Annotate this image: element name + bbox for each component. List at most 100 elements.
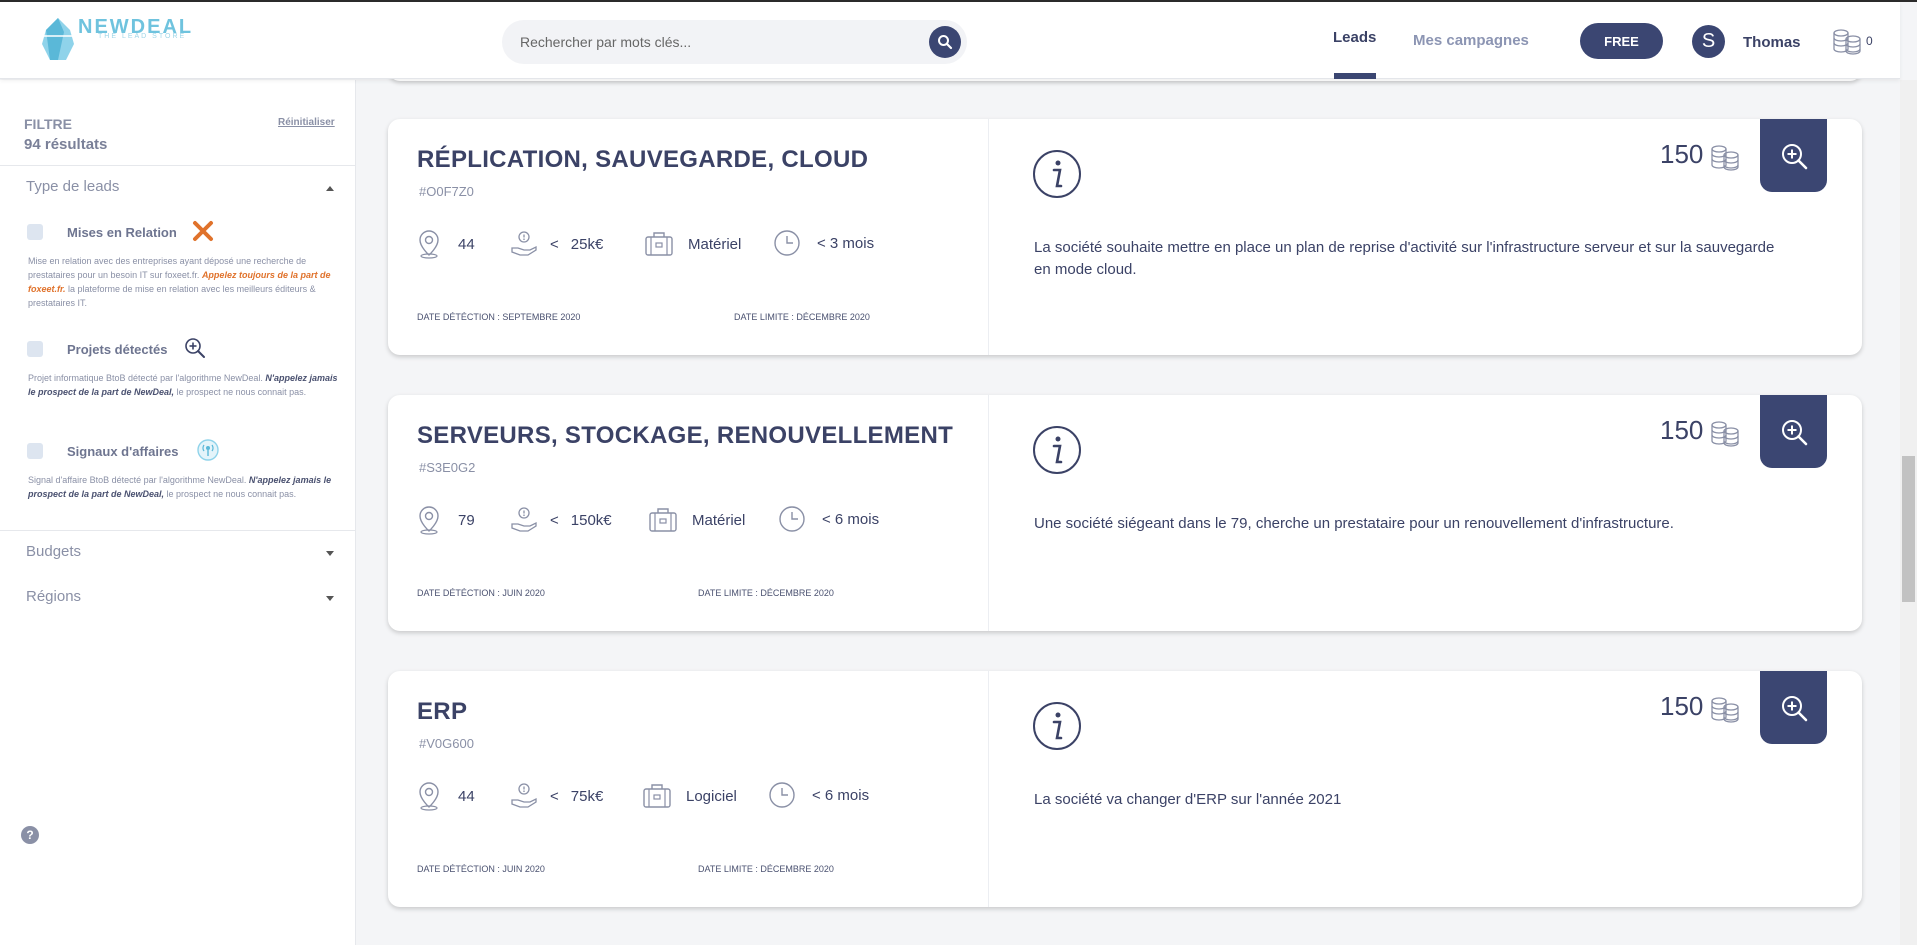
category-value: Matériel [692,511,746,529]
search-icon [938,35,953,50]
chevron-down-icon[interactable] [326,596,334,601]
briefcase-icon [645,232,673,256]
briefcase-icon [643,784,671,808]
reset-filters-link[interactable]: Réinitialiser [278,117,335,128]
card-divider [988,395,989,631]
zoom-in-icon [1781,143,1807,169]
option-label-signaux-affaires[interactable]: Signaux d'affaires [67,444,178,459]
zoom-in-icon [1781,695,1807,721]
lead-card[interactable]: ERP #V0G600 44 < 75k€ Logiciel < 6 mois … [388,671,1862,907]
lead-location: 79 [416,505,475,535]
lead-title: SERVEURS, STOCKAGE, RENOUVELLEMENT [417,422,954,449]
checkbox-signaux-affaires[interactable] [27,443,43,459]
lead-price: 150 [1660,139,1704,169]
regions-section-toggle[interactable]: Régions [26,588,81,605]
search-button[interactable] [929,26,961,58]
delay-value: < 6 mois [812,786,870,804]
lead-budget: < 25k€ [510,229,603,259]
coin-balance: 0 [1866,34,1873,48]
clock-icon [779,506,805,532]
logo-tagline: THE LEAD STORE [98,33,187,40]
info-icon [1033,702,1081,750]
active-tab-indicator [1334,73,1376,79]
location-pin-icon [419,506,439,535]
lead-budget: < 75k€ [510,781,603,811]
plan-free-button[interactable]: FREE [1580,23,1663,59]
category-value: Matériel [688,235,742,253]
lead-budget: < 150k€ [510,505,612,535]
divider [0,165,356,166]
lead-category: Logiciel [642,781,737,811]
lead-title: ERP [417,698,468,725]
zoom-in-icon [185,338,205,358]
checkbox-mises-en-relation[interactable] [27,224,43,240]
option-description-mises-en-relation: Mise en relation avec des entreprises ay… [28,256,331,308]
info-icon [1033,426,1081,474]
lead-description: La société souhaite mettre en place un p… [1034,239,1775,278]
nav-leads-tab[interactable]: Leads [1333,29,1376,46]
budget-hand-icon [511,231,537,256]
lead-card[interactable]: SERVEURS, STOCKAGE, RENOUVELLEMENT #S3E0… [388,395,1862,631]
coins-stack-icon [1711,421,1739,447]
checkbox-projets-detectes[interactable] [27,341,43,357]
budget-hand-icon [511,507,537,532]
view-lead-button[interactable] [1760,671,1827,744]
lead-title: RÉPLICATION, SAUVEGARDE, CLOUD [417,146,869,173]
detection-date: DATE DÉTÉCTION : SEPTEMBRE 2020 [417,312,581,322]
card-divider [988,671,989,907]
info-icon [1033,150,1081,198]
chevron-down-icon[interactable] [326,551,334,556]
delay-value: < 3 mois [817,234,875,252]
option-description-signaux-affaires: Signal d'affaire BtoB détecté par l'algo… [28,475,332,499]
lead-reference: #S3E0G2 [419,460,476,475]
lead-category: Matériel [648,505,745,535]
zoom-in-icon [1781,419,1807,445]
view-lead-button[interactable] [1760,395,1827,468]
budgets-section-toggle[interactable]: Budgets [26,543,81,560]
coins-stack-icon [1711,697,1739,723]
deadline-date: DATE LIMITE : DÉCEMBRE 2020 [734,312,870,322]
clock-icon [769,782,795,808]
chevron-up-icon[interactable] [326,186,334,191]
lead-card[interactable]: RÉPLICATION, SAUVEGARDE, CLOUD #O0F7Z0 4… [388,119,1862,355]
budget-prefix: < [550,235,559,253]
lead-department: 44 [458,787,475,805]
foxeet-x-icon [193,221,213,241]
detection-date: DATE DÉTÉCTION : JUIN 2020 [417,588,545,598]
top-header: NEWDEAL THE LEAD STORE Leads Mes campagn… [0,2,1900,79]
deadline-date: DATE LIMITE : DÉCEMBRE 2020 [698,864,834,874]
option-label-projets-detectes[interactable]: Projets détectés [67,342,167,357]
budget-prefix: < [550,511,559,529]
lead-location: 44 [416,229,475,259]
budget-value: 150k€ [570,511,612,529]
lead-delay: < 6 mois [778,505,879,533]
iceberg-logo-icon [40,18,76,60]
option-label-mises-en-relation[interactable]: Mises en Relation [67,225,177,240]
category-value: Logiciel [686,787,737,805]
search-input[interactable] [520,20,920,64]
detection-date: DATE DÉTÉCTION : JUIN 2020 [417,864,545,874]
lead-description: Une société siégeant dans le 79, cherche… [1034,515,1674,532]
lead-delay: < 3 mois [773,229,874,257]
user-name[interactable]: Thomas [1743,34,1801,51]
user-avatar[interactable]: S [1692,25,1725,58]
option-description-projets-detectes: Projet informatique BtoB détecté par l'a… [28,373,338,397]
budget-hand-icon [511,783,537,808]
view-lead-button[interactable] [1760,119,1827,192]
lead-description: La société va changer d'ERP sur l'année … [1034,791,1342,808]
location-pin-icon [419,782,439,811]
scrollbar-thumb[interactable] [1902,456,1915,602]
nav-campaigns-tab[interactable]: Mes campagnes [1413,32,1529,49]
lead-category: Matériel [644,229,741,259]
clock-icon [774,230,800,256]
lead-type-section-toggle[interactable]: Type de leads [26,178,119,195]
delay-value: < 6 mois [822,510,880,528]
signal-broadcast-icon [197,439,219,461]
lead-reference: #V0G600 [419,736,474,751]
filter-sidebar: FILTRE 94 résultats Réinitialiser Type d… [0,80,356,945]
card-divider [988,119,989,355]
divider [0,530,356,531]
lead-price: 150 [1660,415,1704,445]
search-bar [502,20,967,64]
help-button[interactable]: ? [21,826,39,844]
